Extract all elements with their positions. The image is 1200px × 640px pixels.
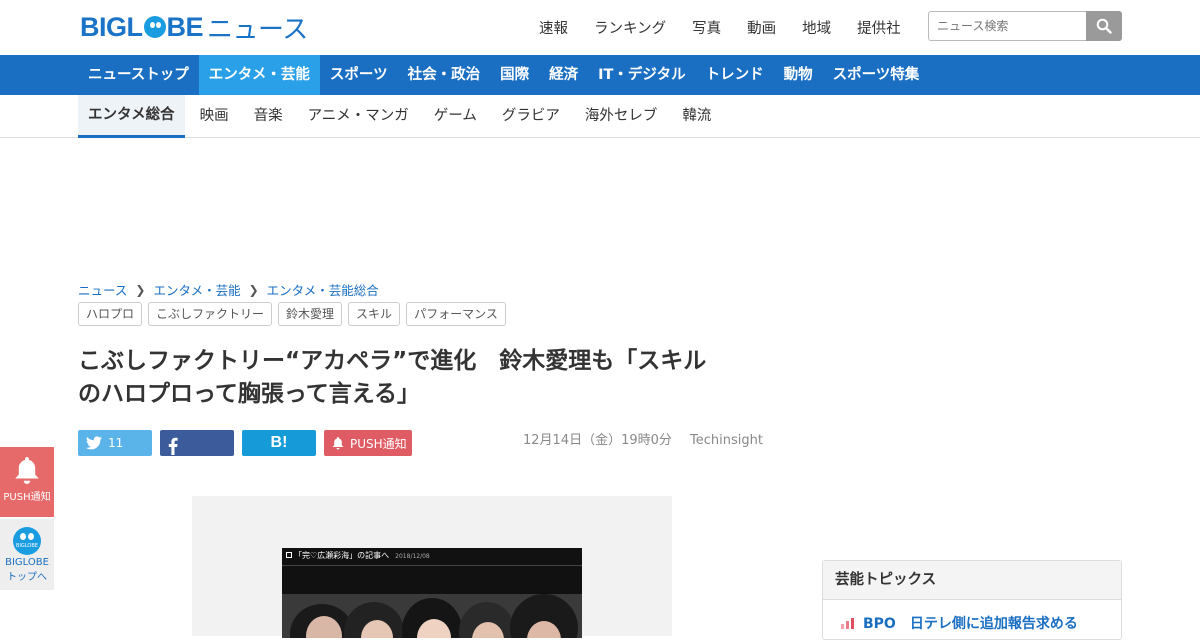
sub-nav-music[interactable]: 音楽 — [244, 95, 293, 138]
biglobe-news-logo[interactable]: BIGL BE ニュース — [80, 11, 308, 45]
top-link-providers[interactable]: 提供社 — [857, 17, 901, 38]
main-nav-sports-special[interactable]: スポーツ特集 — [823, 55, 930, 95]
search-button[interactable] — [1086, 11, 1122, 41]
photo-date: 2018/12/08 — [395, 553, 430, 560]
logo-face-icon — [143, 16, 166, 38]
main-nav-trend[interactable]: トレンド — [696, 55, 774, 95]
sub-nav-anime-manga[interactable]: アニメ・マンガ — [298, 95, 419, 138]
twitter-count: 11 — [108, 436, 124, 450]
breadcrumb-news[interactable]: ニュース — [78, 280, 127, 299]
bell-icon — [15, 457, 39, 484]
sub-nav-entame-general[interactable]: エンタメ総合 — [78, 95, 185, 138]
article-title: こぶしファクトリー“アカペラ”で進化 鈴木愛理も「スキル のハロプロって胸張って… — [78, 345, 788, 411]
side-top-line1: BIGLOBE — [5, 557, 49, 568]
logo-text-part1: BIGL — [80, 11, 143, 42]
facebook-share-button[interactable] — [160, 430, 234, 456]
topic-item[interactable]: BPO 日テレ側に追加報告求める — [823, 600, 1121, 633]
square-icon — [286, 552, 292, 558]
main-nav-economy[interactable]: 経済 — [539, 55, 588, 95]
tag-item[interactable]: 鈴木愛理 — [278, 302, 343, 326]
tag-item[interactable]: パフォーマンス — [406, 302, 506, 326]
tag-item[interactable]: スキル — [348, 302, 401, 326]
photo-caption: 「完♡広瀬彩海」の記事へ 2018/12/08 — [282, 548, 582, 566]
push-label: PUSH通知 — [350, 436, 407, 451]
search-icon — [1096, 18, 1112, 34]
top-link-region[interactable]: 地域 — [802, 17, 831, 38]
hatena-bookmark-button[interactable]: B! — [242, 430, 316, 456]
search-input[interactable] — [928, 11, 1086, 41]
topics-heading: 芸能トピックス — [823, 561, 1121, 600]
sub-nav-game[interactable]: ゲーム — [424, 95, 487, 138]
facebook-icon — [168, 437, 178, 455]
main-nav-sports[interactable]: スポーツ — [320, 55, 398, 95]
side-push-button[interactable]: PUSH通知 — [0, 447, 54, 517]
article-date: 12月14日（金）19時0分 — [523, 433, 672, 448]
chevron-right-icon: ❯ — [248, 282, 259, 297]
top-link-photo[interactable]: 写真 — [692, 17, 721, 38]
tag-list: ハロプロ こぶしファクトリー 鈴木愛理 スキル パフォーマンス — [78, 302, 506, 326]
top-link-ranking[interactable]: ランキング — [594, 17, 666, 38]
main-nav-entame[interactable]: エンタメ・芸能 — [198, 55, 320, 95]
main-nav-society[interactable]: 社会・政治 — [398, 55, 491, 95]
biglobe-face-icon: BIGLOBE — [13, 527, 41, 555]
side-top-line2: トップへ — [7, 572, 47, 583]
article-photo-frame: 「完♡広瀬彩海」の記事へ 2018/12/08 — [192, 496, 672, 638]
ranking-bar-icon — [841, 617, 855, 629]
photo-caption-text: 「完♡広瀬彩海」の記事へ — [294, 551, 390, 560]
bell-icon — [332, 436, 344, 449]
main-nav-international[interactable]: 国際 — [490, 55, 539, 95]
entertainment-topics-box: 芸能トピックス BPO 日テレ側に追加報告求める — [822, 560, 1122, 640]
group-photo-image — [282, 594, 582, 638]
chevron-right-icon: ❯ — [135, 282, 146, 297]
sub-nav-gravure[interactable]: グラビア — [492, 95, 570, 138]
logo-text-part2: BE — [166, 11, 204, 42]
twitter-icon — [86, 436, 102, 450]
sub-nav: エンタメ総合 映画 音楽 アニメ・マンガ ゲーム グラビア 海外セレブ 韓流 — [0, 95, 1200, 138]
topic-item-text: BPO 日テレ側に追加報告求める — [863, 616, 1078, 632]
main-nav: ニューストップ エンタメ・芸能 スポーツ 社会・政治 国際 経済 IT・デジタル… — [0, 55, 1200, 95]
article-photo[interactable]: 「完♡広瀬彩海」の記事へ 2018/12/08 — [282, 548, 582, 638]
top-link-video[interactable]: 動画 — [747, 17, 776, 38]
main-nav-it[interactable]: IT・デジタル — [588, 55, 696, 95]
article-meta: 12月14日（金）19時0分 Techinsight — [523, 429, 777, 448]
share-buttons: 11 B! PUSH通知 — [78, 430, 412, 456]
hatena-icon: B! — [270, 434, 288, 451]
biglobe-face-logo-text: BIGLOBE — [16, 543, 38, 549]
push-notify-button[interactable]: PUSH通知 — [324, 430, 412, 456]
twitter-share-button[interactable]: 11 — [78, 430, 152, 456]
sub-nav-kpop[interactable]: 韓流 — [672, 95, 721, 138]
article-source[interactable]: Techinsight — [690, 433, 763, 448]
site-header: BIGL BE ニュース 速報 ランキング 写真 動画 地域 提供社 — [0, 0, 1200, 55]
search-box — [928, 11, 1122, 41]
breadcrumb-entame[interactable]: エンタメ・芸能 — [153, 280, 240, 299]
breadcrumb: ニュース ❯ エンタメ・芸能 ❯ エンタメ・芸能総合 — [78, 280, 379, 299]
side-biglobe-top-button[interactable]: BIGLOBE BIGLOBE トップへ — [0, 519, 54, 590]
logo-news-text: ニュース — [207, 14, 308, 45]
side-push-label: PUSH通知 — [3, 492, 51, 503]
sub-nav-celeb[interactable]: 海外セレブ — [575, 95, 668, 138]
top-links: 速報 ランキング 写真 動画 地域 提供社 — [539, 17, 927, 38]
breadcrumb-entame-general[interactable]: エンタメ・芸能総合 — [267, 280, 379, 299]
top-link-sokuho[interactable]: 速報 — [539, 17, 568, 38]
main-nav-animals[interactable]: 動物 — [774, 55, 823, 95]
article-title-line2: のハロプロって胸張って言える」 — [78, 381, 421, 407]
tag-item[interactable]: ハロプロ — [78, 302, 143, 326]
tag-item[interactable]: こぶしファクトリー — [148, 302, 273, 326]
main-nav-news-top[interactable]: ニューストップ — [78, 55, 199, 95]
sub-nav-movie[interactable]: 映画 — [190, 95, 239, 138]
article-title-line1: こぶしファクトリー“アカペラ”で進化 鈴木愛理も「スキル — [78, 348, 707, 374]
